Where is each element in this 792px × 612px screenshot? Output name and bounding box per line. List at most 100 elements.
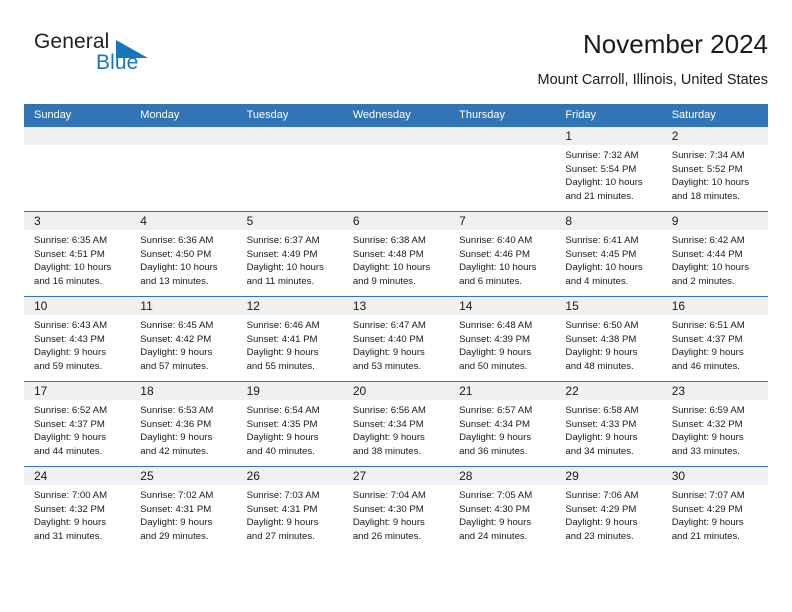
sunset-text: Sunset: 4:32 PM: [671, 418, 743, 430]
calendar-day-cell-empty: [236, 127, 343, 212]
calendar-day-cell[interactable]: 8 Sunrise: 6:41 AM Sunset: 4:45 PM Daylight…: [555, 211, 662, 297]
calendar-day-cell[interactable]: 19 Sunrise: 6:54 AM Sunset: 4:35 PM Dayligh…: [236, 381, 343, 467]
day-cell-details: Sunrise: 7:06 AM Sunset: 4:29 PM Daylight:…: [555, 485, 661, 543]
day-cell-details: Sunrise: 6:40 AM Sunset: 4:46 PM Daylight:…: [449, 230, 555, 288]
sunrise-text: Sunrise: 6:54 AM: [246, 405, 320, 416]
calendar-day-cell[interactable]: 9 Sunrise: 6:42 AM Sunset: 4:44 PM Daylight…: [661, 211, 768, 297]
day-cell-inner: [342, 127, 450, 211]
calendar-day-cell[interactable]: 27 Sunrise: 7:04 AM Sunset: 4:30 PM Dayligh…: [342, 466, 450, 551]
calendar-day-cell-empty: [342, 127, 450, 212]
calendar-day-cell[interactable]: 22 Sunrise: 6:58 AM Sunset: 4:33 PM Dayligh…: [555, 381, 662, 467]
calendar-day-cell[interactable]: 6 Sunrise: 6:38 AM Sunset: 4:48 PM Daylight…: [342, 211, 450, 297]
calendar-day-cell[interactable]: 11 Sunrise: 6:45 AM Sunset: 4:42 PM Dayligh…: [130, 296, 237, 382]
calendar-day-cell-empty: [24, 127, 131, 212]
day-cell-details: Sunrise: 6:52 AM Sunset: 4:37 PM Daylight:…: [24, 400, 130, 458]
day-cell-details: Sunrise: 6:36 AM Sunset: 4:50 PM Daylight:…: [130, 230, 236, 288]
sunrise-text: Sunrise: 7:03 AM: [246, 490, 320, 501]
day-cell-inner: 25 Sunrise: 7:02 AM Sunset: 4:31 PM Dayligh…: [130, 467, 237, 551]
day-cell-inner: 5 Sunrise: 6:37 AM Sunset: 4:49 PM Daylight…: [236, 212, 343, 296]
sunset-text: Sunset: 4:34 PM: [352, 418, 424, 430]
calendar-day-cell[interactable]: 23 Sunrise: 6:59 AM Sunset: 4:32 PM Dayligh…: [661, 381, 768, 467]
weekday-header-friday: Friday: [555, 104, 662, 127]
calendar-day-cell[interactable]: 20 Sunrise: 6:56 AM Sunset: 4:34 PM Dayligh…: [342, 381, 450, 467]
sunset-text: Sunset: 4:40 PM: [352, 333, 424, 345]
day-number: 2: [661, 127, 768, 145]
day-cell-inner: 23 Sunrise: 6:59 AM Sunset: 4:32 PM Dayligh…: [661, 382, 768, 466]
sunrise-text: Sunrise: 6:56 AM: [352, 405, 426, 416]
calendar-day-cell[interactable]: 1 Sunrise: 7:32 AM Sunset: 5:54 PM Daylight…: [555, 127, 662, 212]
day-cell-inner: 8 Sunrise: 6:41 AM Sunset: 4:45 PM Daylight…: [555, 212, 662, 296]
day-cell-inner: 15 Sunrise: 6:50 AM Sunset: 4:38 PM Dayligh…: [555, 297, 662, 381]
sunrise-text: Sunrise: 7:34 AM: [671, 150, 745, 161]
calendar-day-cell[interactable]: 21 Sunrise: 6:57 AM Sunset: 4:34 PM Dayligh…: [449, 381, 556, 467]
day-cell-inner: 12 Sunrise: 6:46 AM Sunset: 4:41 PM Dayligh…: [236, 297, 343, 381]
daylight-text: Daylight: 10 hours and 21 minutes.: [565, 177, 643, 202]
day-cell-details: Sunrise: 6:42 AM Sunset: 4:44 PM Daylight:…: [662, 230, 768, 288]
calendar-week-row: 24 Sunrise: 7:00 AM Sunset: 4:32 PM Dayligh…: [24, 466, 768, 551]
calendar-day-cell[interactable]: 10 Sunrise: 6:43 AM Sunset: 4:43 PM Dayligh…: [24, 296, 131, 382]
sunset-text: Sunset: 4:45 PM: [565, 248, 637, 260]
sunrise-text: Sunrise: 6:43 AM: [34, 320, 108, 331]
daylight-text: Daylight: 9 hours and 26 minutes.: [352, 517, 425, 542]
daylight-text: Daylight: 9 hours and 27 minutes.: [246, 517, 319, 542]
day-cell-details: Sunrise: 6:56 AM Sunset: 4:34 PM Daylight:…: [343, 400, 449, 458]
day-cell-inner: 21 Sunrise: 6:57 AM Sunset: 4:34 PM Dayligh…: [449, 382, 556, 466]
calendar-day-cell[interactable]: 28 Sunrise: 7:05 AM Sunset: 4:30 PM Dayligh…: [449, 466, 556, 551]
day-number: 23: [661, 382, 768, 400]
calendar-day-cell[interactable]: 3 Sunrise: 6:35 AM Sunset: 4:51 PM Daylight…: [24, 211, 131, 297]
day-cell-details: Sunrise: 6:59 AM Sunset: 4:32 PM Daylight:…: [662, 400, 768, 458]
day-number: [24, 127, 131, 145]
sunset-text: Sunset: 4:29 PM: [671, 503, 743, 515]
day-number: 11: [130, 297, 237, 315]
daylight-text: Daylight: 9 hours and 23 minutes.: [565, 517, 638, 542]
day-cell-inner: 26 Sunrise: 7:03 AM Sunset: 4:31 PM Dayligh…: [236, 467, 343, 551]
sunrise-text: Sunrise: 6:52 AM: [34, 405, 108, 416]
calendar-day-cell[interactable]: 13 Sunrise: 6:47 AM Sunset: 4:40 PM Dayligh…: [342, 296, 450, 382]
day-cell-details: Sunrise: 6:58 AM Sunset: 4:33 PM Daylight:…: [555, 400, 661, 458]
daylight-text: Daylight: 9 hours and 53 minutes.: [352, 347, 425, 372]
daylight-text: Daylight: 9 hours and 44 minutes.: [34, 432, 106, 457]
calendar-day-cell[interactable]: 15 Sunrise: 6:50 AM Sunset: 4:38 PM Dayligh…: [555, 296, 662, 382]
calendar-day-cell[interactable]: 7 Sunrise: 6:40 AM Sunset: 4:46 PM Daylight…: [449, 211, 556, 297]
calendar-day-cell[interactable]: 25 Sunrise: 7:02 AM Sunset: 4:31 PM Dayligh…: [130, 466, 237, 551]
day-cell-details: Sunrise: 7:03 AM Sunset: 4:31 PM Daylight:…: [237, 485, 343, 543]
sunset-text: Sunset: 4:51 PM: [34, 248, 105, 260]
calendar-day-cell[interactable]: 30 Sunrise: 7:07 AM Sunset: 4:29 PM Dayligh…: [661, 466, 768, 551]
sunrise-text: Sunrise: 7:07 AM: [671, 490, 745, 501]
day-number: [236, 127, 343, 145]
calendar-day-cell[interactable]: 18 Sunrise: 6:53 AM Sunset: 4:36 PM Dayligh…: [130, 381, 237, 467]
sunrise-text: Sunrise: 7:04 AM: [352, 490, 426, 501]
weekday-header-wednesday: Wednesday: [342, 104, 450, 127]
sunset-text: Sunset: 4:44 PM: [671, 248, 743, 260]
calendar-week-row: 1 Sunrise: 7:32 AM Sunset: 5:54 PM Daylight…: [24, 127, 768, 212]
day-cell-details: Sunrise: 7:00 AM Sunset: 4:32 PM Daylight:…: [24, 485, 130, 543]
calendar-day-cell[interactable]: 5 Sunrise: 6:37 AM Sunset: 4:49 PM Daylight…: [236, 211, 343, 297]
general-blue-logo[interactable]: General Blue: [34, 30, 254, 86]
sunrise-text: Sunrise: 6:40 AM: [459, 235, 533, 246]
sunset-text: Sunset: 4:32 PM: [34, 503, 105, 515]
sunset-text: Sunset: 4:33 PM: [565, 418, 637, 430]
calendar-day-cell[interactable]: 26 Sunrise: 7:03 AM Sunset: 4:31 PM Dayligh…: [236, 466, 343, 551]
day-cell-inner: 11 Sunrise: 6:45 AM Sunset: 4:42 PM Dayligh…: [130, 297, 237, 381]
calendar-day-cell[interactable]: 4 Sunrise: 6:36 AM Sunset: 4:50 PM Daylight…: [130, 211, 237, 297]
calendar-day-cell[interactable]: 2 Sunrise: 7:34 AM Sunset: 5:52 PM Daylight…: [661, 127, 768, 212]
daylight-text: Daylight: 9 hours and 38 minutes.: [352, 432, 425, 457]
day-cell-details: Sunrise: 6:51 AM Sunset: 4:37 PM Daylight:…: [662, 315, 768, 373]
calendar-day-cell[interactable]: 17 Sunrise: 6:52 AM Sunset: 4:37 PM Dayligh…: [24, 381, 131, 467]
calendar-day-cell[interactable]: 14 Sunrise: 6:48 AM Sunset: 4:39 PM Dayligh…: [449, 296, 556, 382]
weekday-header-sunday: Sunday: [24, 104, 131, 127]
calendar-day-cell[interactable]: 24 Sunrise: 7:00 AM Sunset: 4:32 PM Dayligh…: [24, 466, 131, 551]
day-number: 4: [130, 212, 237, 230]
title-block: November 2024 Mount Carroll, Illinois, U…: [288, 28, 769, 90]
day-cell-inner: 14 Sunrise: 6:48 AM Sunset: 4:39 PM Dayligh…: [449, 297, 556, 381]
daylight-text: Daylight: 9 hours and 59 minutes.: [34, 347, 106, 372]
calendar-day-cell[interactable]: 12 Sunrise: 6:46 AM Sunset: 4:41 PM Dayligh…: [236, 296, 343, 382]
day-cell-inner: 19 Sunrise: 6:54 AM Sunset: 4:35 PM Dayligh…: [236, 382, 343, 466]
day-number: 7: [449, 212, 556, 230]
sunset-text: Sunset: 4:39 PM: [459, 333, 531, 345]
daylight-text: Daylight: 10 hours and 11 minutes.: [246, 262, 324, 287]
day-cell-details: Sunrise: 6:38 AM Sunset: 4:48 PM Daylight:…: [343, 230, 449, 288]
day-cell-inner: 22 Sunrise: 6:58 AM Sunset: 4:33 PM Dayligh…: [555, 382, 662, 466]
calendar-day-cell[interactable]: 29 Sunrise: 7:06 AM Sunset: 4:29 PM Dayligh…: [555, 466, 662, 551]
calendar-day-cell[interactable]: 16 Sunrise: 6:51 AM Sunset: 4:37 PM Dayligh…: [661, 296, 768, 382]
